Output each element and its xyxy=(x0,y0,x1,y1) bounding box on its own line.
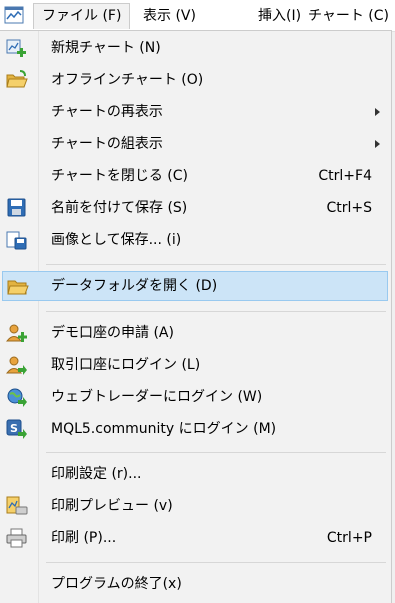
file-menu-dropdown: 新規チャート (N) オフラインチャート (O) チャートの再表示 チャートの組… xyxy=(0,30,392,603)
shortcut-label: Ctrl+P xyxy=(326,530,372,546)
menu-item-save-as[interactable]: 名前を付けて保存 (S) Ctrl+S xyxy=(2,193,388,223)
menu-item-open-data-folder[interactable]: データフォルダを開く (D) xyxy=(2,271,388,301)
user-add-icon xyxy=(5,323,28,343)
menu-separator xyxy=(46,264,386,265)
menu-item-offline-chart[interactable]: オフラインチャート (O) xyxy=(2,65,388,95)
menu-item-label: オフラインチャート (O) xyxy=(51,72,204,88)
menu-item-label: 印刷プレビュー (v) xyxy=(51,498,173,514)
menu-item-print[interactable]: 印刷 (P)... Ctrl+P xyxy=(2,523,388,553)
menu-chart[interactable]: チャート (C) xyxy=(300,3,395,29)
globe-login-icon xyxy=(6,387,28,407)
open-folder-icon xyxy=(6,70,28,90)
menu-item-label: MQL5.community にログイン (M) xyxy=(51,421,277,437)
menu-item-chart-group[interactable]: チャートの組表示 xyxy=(2,129,388,159)
menu-item-print-setup[interactable]: 印刷設定 (r)... xyxy=(2,459,388,489)
svg-text:S: S xyxy=(10,422,18,435)
menu-item-label: ウェブトレーダーにログイン (W) xyxy=(51,389,263,405)
menu-item-label: 取引口座にログイン (L) xyxy=(51,357,201,373)
menu-separator xyxy=(46,311,386,312)
menu-item-label: 新規チャート (N) xyxy=(51,40,161,56)
menu-item-demo-account[interactable]: デモ口座の申請 (A) xyxy=(2,318,388,348)
menu-item-close-chart[interactable]: チャートを閉じる (C) Ctrl+F4 xyxy=(2,161,388,191)
menu-item-label: 印刷 (P)... xyxy=(51,530,117,546)
menu-item-label: チャートを閉じる (C) xyxy=(51,168,189,184)
shortcut-label: Ctrl+S xyxy=(326,200,372,216)
menu-item-save-image[interactable]: 画像として保存... (i) xyxy=(2,225,388,255)
new-chart-icon xyxy=(6,38,28,58)
user-login-icon xyxy=(5,355,28,375)
print-preview-icon xyxy=(6,496,28,516)
mql5-icon: S xyxy=(6,419,28,439)
menu-item-label: 名前を付けて保存 (S) xyxy=(51,200,188,216)
menu-item-mql5-login[interactable]: S MQL5.community にログイン (M) xyxy=(2,414,388,444)
menu-item-exit[interactable]: プログラムの終了(x) xyxy=(2,569,388,599)
menu-item-label: 印刷設定 (r)... xyxy=(51,466,142,482)
submenu-arrow-icon xyxy=(375,108,380,116)
menu-file[interactable]: ファイル (F) xyxy=(33,3,131,29)
printer-icon xyxy=(6,528,28,548)
save-image-icon xyxy=(6,230,28,250)
menu-item-chart-redisplay[interactable]: チャートの再表示 xyxy=(2,97,388,127)
folder-icon xyxy=(7,277,29,297)
menu-separator xyxy=(46,452,386,453)
menu-item-print-preview[interactable]: 印刷プレビュー (v) xyxy=(2,491,388,521)
floppy-disk-icon xyxy=(6,198,28,218)
menu-item-trade-login[interactable]: 取引口座にログイン (L) xyxy=(2,350,388,380)
submenu-arrow-icon xyxy=(375,140,380,148)
menu-item-label: 画像として保存... (i) xyxy=(51,232,182,248)
shortcut-label: Ctrl+F4 xyxy=(318,168,372,184)
menu-item-label: チャートの組表示 xyxy=(51,136,163,152)
menu-item-label: プログラムの終了(x) xyxy=(51,576,182,592)
menu-item-label: チャートの再表示 xyxy=(51,104,163,120)
menu-view[interactable]: 表示 (V) xyxy=(135,3,204,29)
menu-bar: ファイル (F) 表示 (V) 挿入(I) チャート (C) xyxy=(0,0,395,32)
menu-item-webtrader-login[interactable]: ウェブトレーダーにログイン (W) xyxy=(2,382,388,412)
chart-window-icon[interactable] xyxy=(4,5,26,27)
menu-separator xyxy=(46,562,386,563)
menu-item-label: デモ口座の申請 (A) xyxy=(51,325,174,341)
menu-item-new-chart[interactable]: 新規チャート (N) xyxy=(2,33,388,63)
menu-item-label: データフォルダを開く (D) xyxy=(51,278,218,294)
